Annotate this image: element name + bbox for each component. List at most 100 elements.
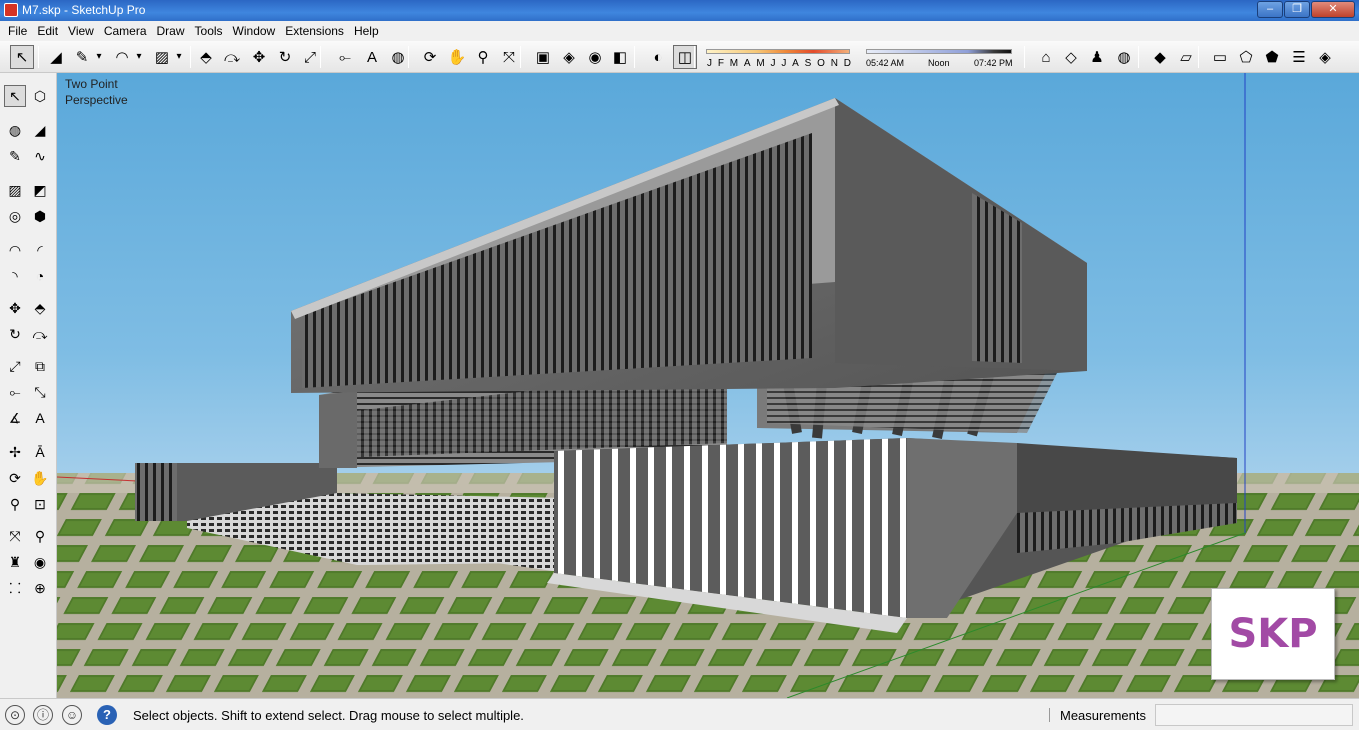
position-camera-icon[interactable]: ♜ [4, 551, 26, 573]
look-around-icon[interactable]: ◉ [29, 551, 51, 573]
shadow-date-track[interactable] [706, 49, 850, 54]
month-label: J [707, 58, 712, 69]
orbit-icon[interactable]: ⟳ [418, 45, 442, 69]
arc-icon[interactable]: ◠ [4, 239, 26, 261]
arc-dropdown[interactable]: ▾ [133, 45, 145, 69]
eraser-icon[interactable]: ◢ [29, 119, 51, 141]
extension-warehouse-icon[interactable]: ◧ [608, 45, 632, 69]
circle-icon[interactable]: ◎ [4, 205, 26, 227]
pencil-icon[interactable]: ✎ [70, 45, 94, 69]
zoom-icon[interactable]: ⚲ [471, 45, 495, 69]
right-view-icon[interactable]: ⬠ [1234, 45, 1258, 69]
google-earth-icon[interactable]: ◍ [1112, 45, 1136, 69]
select-icon[interactable]: ↖ [4, 85, 26, 107]
warehouse-icon[interactable]: ▣ [531, 45, 555, 69]
building-model-render[interactable] [57, 73, 1359, 698]
iso-view-icon[interactable]: ◆ [1148, 45, 1172, 69]
two-point-arc-icon[interactable]: ◜ [29, 239, 51, 261]
geo-location-icon[interactable]: ⌂ [1034, 45, 1058, 69]
arc-icon[interactable]: ◠ [110, 45, 134, 69]
menu-window[interactable]: Window [228, 24, 281, 38]
scale-icon[interactable]: ⤢ [4, 355, 26, 377]
maximize-button[interactable]: ❐ [1284, 1, 1310, 18]
shadow-date-slider[interactable]: J F M A M J J A S O N D [704, 46, 852, 70]
menu-extensions[interactable]: Extensions [280, 24, 349, 38]
move-icon[interactable]: ✥ [4, 297, 26, 319]
menu-help[interactable]: Help [349, 24, 384, 38]
walk-icon[interactable]: ⸬ [4, 577, 26, 599]
add-location-icon[interactable]: ♟ [1085, 45, 1109, 69]
follow-me-icon[interactable]: ⤼ [29, 323, 51, 345]
axes-icon[interactable]: ✢ [4, 441, 26, 463]
toolbar-separator [634, 46, 635, 68]
credits-info-icon[interactable]: ⓘ [33, 705, 53, 725]
eraser-icon[interactable]: ◢ [44, 45, 68, 69]
left-view-icon[interactable]: ☰ [1287, 45, 1311, 69]
menu-draw[interactable]: Draw [152, 24, 190, 38]
make-component-icon[interactable]: ⬡ [29, 85, 51, 107]
menu-tools[interactable]: Tools [190, 24, 228, 38]
line-icon[interactable]: ✎ [4, 145, 26, 167]
menu-edit[interactable]: Edit [32, 24, 63, 38]
push-pull-icon[interactable]: ⬘ [194, 45, 218, 69]
pan-icon[interactable]: ✋ [29, 467, 51, 489]
shadow-time-track[interactable] [866, 49, 1012, 54]
pie-icon[interactable]: ◔ [29, 265, 51, 287]
polygon-icon[interactable]: ⬢ [29, 205, 51, 227]
zoom-window-icon[interactable]: ⊡ [29, 493, 51, 515]
select-icon[interactable]: ↖ [10, 45, 34, 69]
menu-camera[interactable]: Camera [99, 24, 152, 38]
toolbar-separator [38, 46, 39, 68]
tape-measure-icon[interactable]: ⟜ [333, 45, 357, 69]
follow-me-icon[interactable]: ⤼ [220, 45, 244, 69]
status-bar: ⊙ ⓘ ☺ ? Select objects. Shift to extend … [0, 698, 1359, 730]
bottom-view-icon[interactable]: ◈ [1313, 45, 1337, 69]
scale-icon[interactable]: ⤢ [298, 45, 322, 69]
paint-bucket-icon[interactable]: ◍ [4, 119, 26, 141]
rectangle-icon[interactable]: ▨ [4, 179, 26, 201]
rectangle-dropdown[interactable]: ▾ [173, 45, 185, 69]
zoom-icon[interactable]: ⚲ [4, 493, 26, 515]
help-icon[interactable]: ? [97, 705, 117, 725]
freehand-icon[interactable]: ∿ [29, 145, 51, 167]
shadow-time-slider[interactable]: 05:42 AM Noon 07:42 PM [864, 46, 1014, 70]
share-model-icon[interactable]: ◈ [557, 45, 581, 69]
zoom-extents-icon[interactable]: ⤧ [497, 45, 521, 69]
protractor-icon[interactable]: ∡ [4, 407, 26, 429]
rotated-rectangle-icon[interactable]: ◩ [29, 179, 51, 201]
previous-view-icon[interactable]: ⚲ [29, 525, 51, 547]
menu-file[interactable]: File [3, 24, 32, 38]
styles-icon[interactable]: ◇ [1059, 45, 1083, 69]
minimize-button[interactable]: – [1257, 1, 1283, 18]
user-account-icon[interactable]: ☺ [62, 705, 82, 725]
zoom-extents-icon[interactable]: ⤧ [4, 525, 26, 547]
rotate-icon[interactable]: ↻ [273, 45, 297, 69]
offset-icon[interactable]: ⧉ [29, 355, 51, 377]
orbit-icon[interactable]: ⟳ [4, 467, 26, 489]
model-viewport[interactable]: Two Point Perspective SKP [57, 73, 1359, 698]
close-button[interactable]: ✕ [1311, 1, 1355, 18]
menu-view[interactable]: View [63, 24, 99, 38]
section-plane-icon[interactable]: ⊕ [29, 577, 51, 599]
three-point-arc-icon[interactable]: ◝ [4, 265, 26, 287]
pan-icon[interactable]: ✋ [445, 45, 469, 69]
front-view-icon[interactable]: ▭ [1208, 45, 1232, 69]
dimension-icon[interactable]: ⤡ [29, 381, 51, 403]
push-pull-icon[interactable]: ⬘ [29, 297, 51, 319]
paint-bucket-icon[interactable]: ◍ [386, 45, 410, 69]
shadows-icon[interactable]: ◐ [646, 45, 670, 69]
components-icon[interactable]: ◉ [583, 45, 607, 69]
move-icon[interactable]: ✥ [247, 45, 271, 69]
tape-measure-icon[interactable]: ⟜ [4, 381, 26, 403]
text-icon[interactable]: A [360, 45, 384, 69]
camera-view-label-line2: Perspective [65, 93, 128, 107]
top-view-icon[interactable]: ▱ [1174, 45, 1198, 69]
back-view-icon[interactable]: ⬟ [1260, 45, 1284, 69]
rotate-icon[interactable]: ↻ [4, 323, 26, 345]
pencil-dropdown[interactable]: ▾ [93, 45, 105, 69]
rectangle-icon[interactable]: ▨ [150, 45, 174, 69]
3d-text-icon[interactable]: Ā [29, 441, 51, 463]
geo-location-icon[interactable]: ⊙ [5, 705, 25, 725]
measurements-input[interactable] [1155, 704, 1353, 726]
text-icon[interactable]: A [29, 407, 51, 429]
